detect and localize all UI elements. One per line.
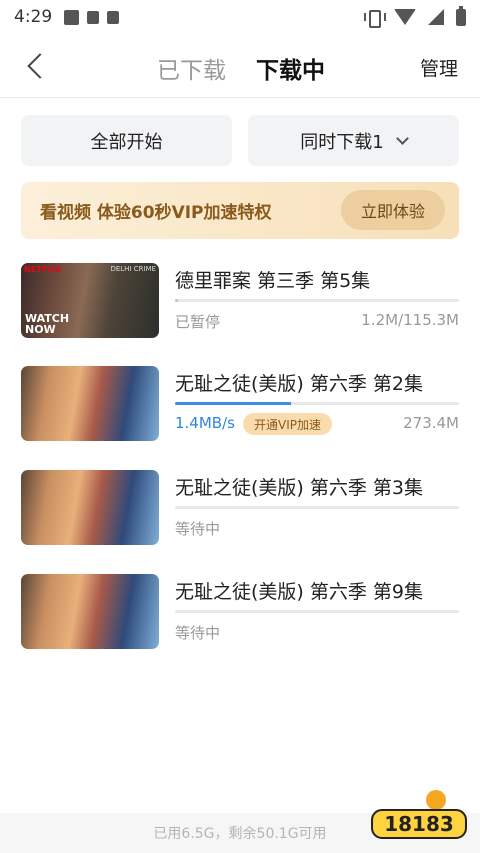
watermark-text: 18183	[384, 812, 454, 836]
download-item[interactable]: 无耻之徒(美版) 第六季 第9集 等待中	[21, 574, 459, 649]
download-size: 273.4M	[403, 414, 459, 432]
watermark-logo: 18183	[371, 790, 467, 839]
start-all-label: 全部开始	[90, 131, 163, 153]
tab-downloading[interactable]: 下载中	[256, 51, 325, 85]
book-notification-icon	[107, 10, 120, 24]
cell-signal-icon	[428, 9, 444, 25]
start-all-button[interactable]: 全部开始	[21, 115, 232, 166]
tab-downloaded[interactable]: 已下载	[157, 51, 226, 85]
battery-icon	[456, 5, 466, 26]
download-title: 无耻之徒(美版) 第六季 第3集	[175, 477, 423, 499]
system-icons	[364, 5, 466, 28]
download-speed: 1.4MB/s	[175, 414, 235, 432]
wifi-icon	[394, 9, 416, 25]
download-title: 德里罪案 第三季 第5集	[175, 270, 371, 292]
vibrate-icon	[364, 9, 386, 28]
thumbnail-caption: WATCH NOW	[25, 312, 70, 336]
download-item[interactable]: 无耻之徒(美版) 第六季 第2集 1.4MB/s 开通VIP加速 273.4M	[21, 366, 459, 441]
thumbnail-show-title: DELHI CRIME	[110, 265, 156, 273]
download-progress	[175, 610, 459, 613]
top-nav: 已下载 下载中 管理	[0, 34, 480, 98]
progress-fill	[175, 402, 292, 405]
download-status: 等待中	[175, 520, 221, 538]
download-progress	[175, 402, 459, 405]
download-title: 无耻之徒(美版) 第六季 第2集	[175, 373, 423, 395]
video-thumbnail[interactable]: NETFLIX DELHI CRIME WATCH NOW	[21, 263, 159, 338]
download-item[interactable]: 无耻之徒(美版) 第六季 第3集 等待中	[21, 470, 459, 545]
download-progress	[175, 506, 459, 509]
chevron-down-icon	[395, 131, 409, 145]
video-thumbnail[interactable]	[21, 366, 159, 441]
vip-banner[interactable]: 看视频 体验60秒VIP加速特权 立即体验	[21, 182, 459, 239]
try-now-label: 立即体验	[360, 202, 425, 221]
try-now-button[interactable]: 立即体验	[341, 190, 445, 230]
status-time: 4:29	[14, 7, 53, 27]
video-thumbnail[interactable]	[21, 574, 159, 649]
action-row: 全部开始 同时下载1	[21, 115, 459, 166]
download-status: 已暂停	[175, 313, 221, 331]
vip-accelerate-button[interactable]: 开通VIP加速	[243, 413, 332, 435]
concurrent-download-label: 同时下载1	[300, 131, 384, 153]
vip-banner-text: 看视频 体验60秒VIP加速特权	[40, 203, 272, 223]
app-notification-icon	[87, 10, 100, 24]
thumbnail-brand: NETFLIX	[24, 265, 62, 274]
download-progress	[175, 299, 459, 302]
video-thumbnail[interactable]	[21, 470, 159, 545]
notification-icons	[64, 9, 120, 25]
concurrent-download-select[interactable]: 同时下载1	[248, 115, 459, 166]
download-title: 无耻之徒(美版) 第六季 第9集	[175, 581, 423, 603]
storage-info: 已用6.5G，剩余50.1G可用	[153, 826, 327, 842]
download-item[interactable]: NETFLIX DELHI CRIME WATCH NOW 德里罪案 第三季 第…	[21, 263, 459, 338]
status-bar: 4:29	[0, 0, 480, 34]
download-size: 1.2M/115.3M	[361, 311, 459, 329]
download-status: 等待中	[175, 624, 221, 642]
back-icon[interactable]	[22, 52, 48, 80]
progress-fill	[175, 299, 178, 302]
app-notification-icon	[64, 9, 80, 25]
manage-button[interactable]: 管理	[420, 54, 458, 81]
